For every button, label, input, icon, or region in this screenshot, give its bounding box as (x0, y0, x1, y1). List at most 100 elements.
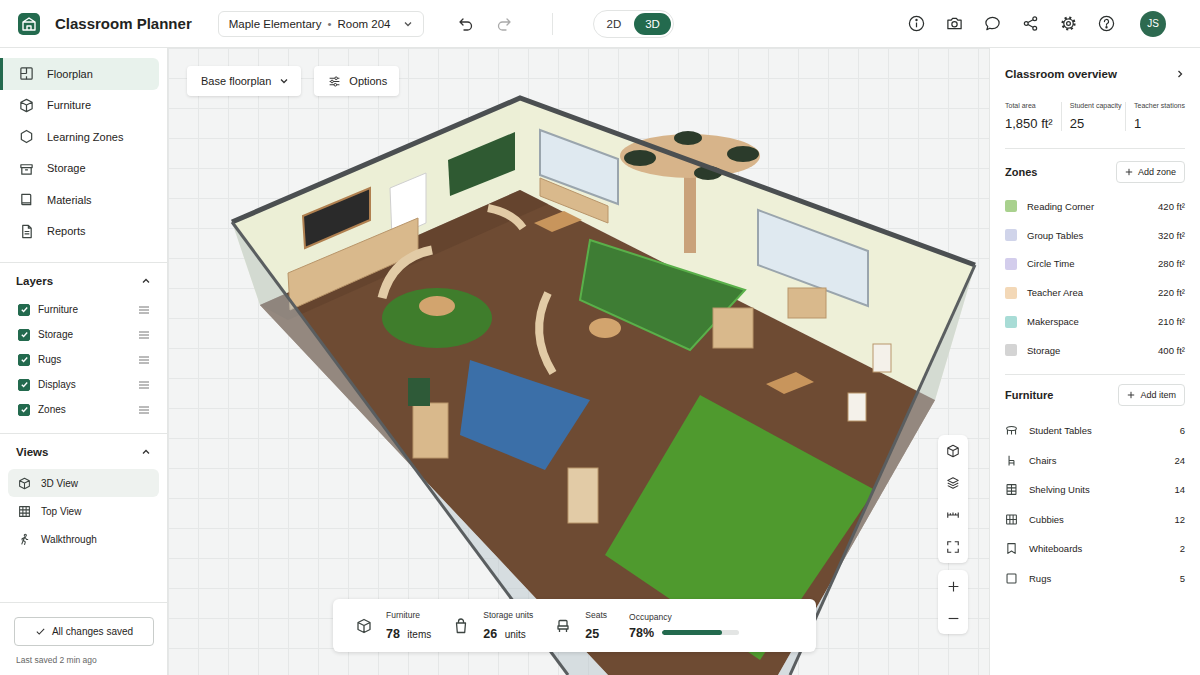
undo-button[interactable] (456, 14, 476, 34)
furniture-count: 5 (1180, 573, 1185, 584)
check-icon (20, 305, 29, 314)
classroom-3d-render[interactable] (168, 48, 988, 675)
furniture-header: Furniture Add item (1005, 384, 1185, 406)
save-status-button[interactable]: All changes saved (14, 617, 154, 646)
user-avatar[interactable]: JS (1140, 11, 1166, 37)
layer-checkbox[interactable] (18, 354, 30, 366)
add-zone-button[interactable]: Add zone (1116, 161, 1185, 183)
view-cube-button[interactable] (938, 435, 968, 467)
furniture-name: Whiteboards (1029, 543, 1169, 554)
overview-header[interactable]: Classroom overview (1005, 48, 1185, 80)
room-name: Room 204 (337, 18, 390, 30)
metric: Teacher stations 1 (1125, 102, 1185, 131)
chevron-icon (141, 276, 151, 286)
school-name: Maple Elementary (229, 18, 322, 30)
options-button[interactable]: Options (314, 66, 399, 96)
zone-row[interactable]: Makerspace 210 ft² (1005, 307, 1185, 336)
zoom-in-button[interactable] (938, 570, 968, 602)
layer-checkbox[interactable] (18, 329, 30, 341)
last-saved-text: Last saved 2 min ago (14, 655, 153, 665)
shelf-unit (788, 288, 826, 318)
view-item[interactable]: Top View (8, 497, 159, 525)
measure-button[interactable] (938, 499, 968, 531)
furniture-list: Student Tables 6 Chairs 24 Shelving Unit… (1005, 416, 1185, 594)
metric: Total area 1,850 ft² (1005, 102, 1061, 131)
nav-item[interactable]: Floorplan (0, 58, 159, 90)
zone-area: 210 ft² (1158, 316, 1185, 327)
zone-name: Teacher Area (1027, 287, 1148, 298)
zone-row[interactable]: Teacher Area 220 ft² (1005, 278, 1185, 307)
furniture-row[interactable]: Cubbies 12 (1005, 505, 1185, 535)
view-item[interactable]: 3D View (8, 469, 159, 497)
layer-row: Furniture (0, 297, 167, 322)
zoom-out-button[interactable] (938, 602, 968, 634)
nav-icon (19, 192, 34, 207)
drag-handle-icon[interactable] (139, 331, 149, 339)
comments-button[interactable] (982, 14, 1002, 34)
curved-shelf (539, 293, 553, 373)
drag-handle-icon[interactable] (139, 406, 149, 414)
floorplan-select-label: Base floorplan (201, 75, 271, 87)
round-rug (382, 288, 492, 348)
layer-checkbox[interactable] (18, 404, 30, 416)
zone-row[interactable]: Circle Time 280 ft² (1005, 250, 1185, 279)
stat-meter: 78% (629, 626, 800, 640)
layers-header[interactable]: Layers (0, 263, 167, 289)
view-item[interactable]: Walkthrough (8, 525, 159, 553)
nav-label: Materials (47, 194, 92, 206)
drag-handle-icon[interactable] (139, 381, 149, 389)
help-button[interactable] (1096, 14, 1116, 34)
section-title: Views (16, 446, 48, 458)
nav-item[interactable]: Materials (0, 184, 159, 216)
info-button[interactable] (906, 14, 926, 34)
stat-label: Occupancy (629, 612, 800, 622)
view-tool-group (938, 435, 968, 563)
zone-row[interactable]: Storage 400 ft² (1005, 336, 1185, 365)
views-header[interactable]: Views (0, 434, 167, 460)
redo-button[interactable] (494, 14, 514, 34)
drag-handle-icon[interactable] (139, 306, 149, 314)
camera-button[interactable] (944, 14, 964, 34)
metric-label: Teacher stations (1134, 102, 1185, 109)
furniture-name: Rugs (1029, 573, 1169, 584)
save-label: All changes saved (52, 626, 133, 637)
layer-checkbox[interactable] (18, 379, 30, 391)
canvas-3d[interactable]: Base floorplan Options Furniture 78 item… (168, 48, 989, 675)
drag-handle-icon[interactable] (139, 356, 149, 364)
furniture-row[interactable]: Shelving Units 14 (1005, 475, 1185, 505)
layer-checkbox[interactable] (18, 304, 30, 316)
chevron-down-icon (279, 76, 289, 86)
nav-item[interactable]: Reports (0, 216, 159, 248)
info-icon (908, 15, 925, 32)
tree-leaf (624, 150, 656, 166)
zone-row[interactable]: Group Tables 320 ft² (1005, 221, 1185, 250)
furniture-name: Student Tables (1029, 425, 1169, 436)
view-mode-option[interactable]: 2D (596, 13, 633, 35)
layer-row: Rugs (0, 347, 167, 372)
floorplan-select[interactable]: Base floorplan (187, 66, 301, 96)
furniture-row[interactable]: Student Tables 6 (1005, 416, 1185, 446)
share-button[interactable] (1020, 14, 1040, 34)
curved-shelf (488, 208, 523, 228)
logo-icon[interactable] (18, 13, 40, 35)
rect-table (766, 372, 814, 394)
zone-row[interactable]: Reading Corner 420 ft² (1005, 192, 1185, 221)
location-dropdown[interactable]: Maple Elementary • Room 204 (218, 11, 424, 37)
view-controls (938, 435, 968, 634)
furniture-row[interactable]: Whiteboards 2 (1005, 534, 1185, 564)
stat-item: Seats 25 (555, 610, 607, 642)
fit-view-button[interactable] (938, 531, 968, 563)
layers-button[interactable] (938, 467, 968, 499)
nav-icon (19, 161, 34, 176)
nav-item[interactable]: Learning Zones (0, 121, 159, 153)
furniture-row[interactable]: Chairs 24 (1005, 445, 1185, 475)
location-separator: • (327, 18, 331, 30)
view-mode-option[interactable]: 3D (634, 13, 671, 35)
furniture-row[interactable]: Rugs 5 (1005, 564, 1185, 594)
settings-button[interactable] (1058, 14, 1078, 34)
stat-label: Furniture (386, 610, 431, 620)
add-item-button[interactable]: Add item (1118, 384, 1185, 406)
nav-item[interactable]: Furniture (0, 90, 159, 122)
nav-item[interactable]: Storage (0, 153, 159, 185)
view-icon (18, 477, 31, 490)
